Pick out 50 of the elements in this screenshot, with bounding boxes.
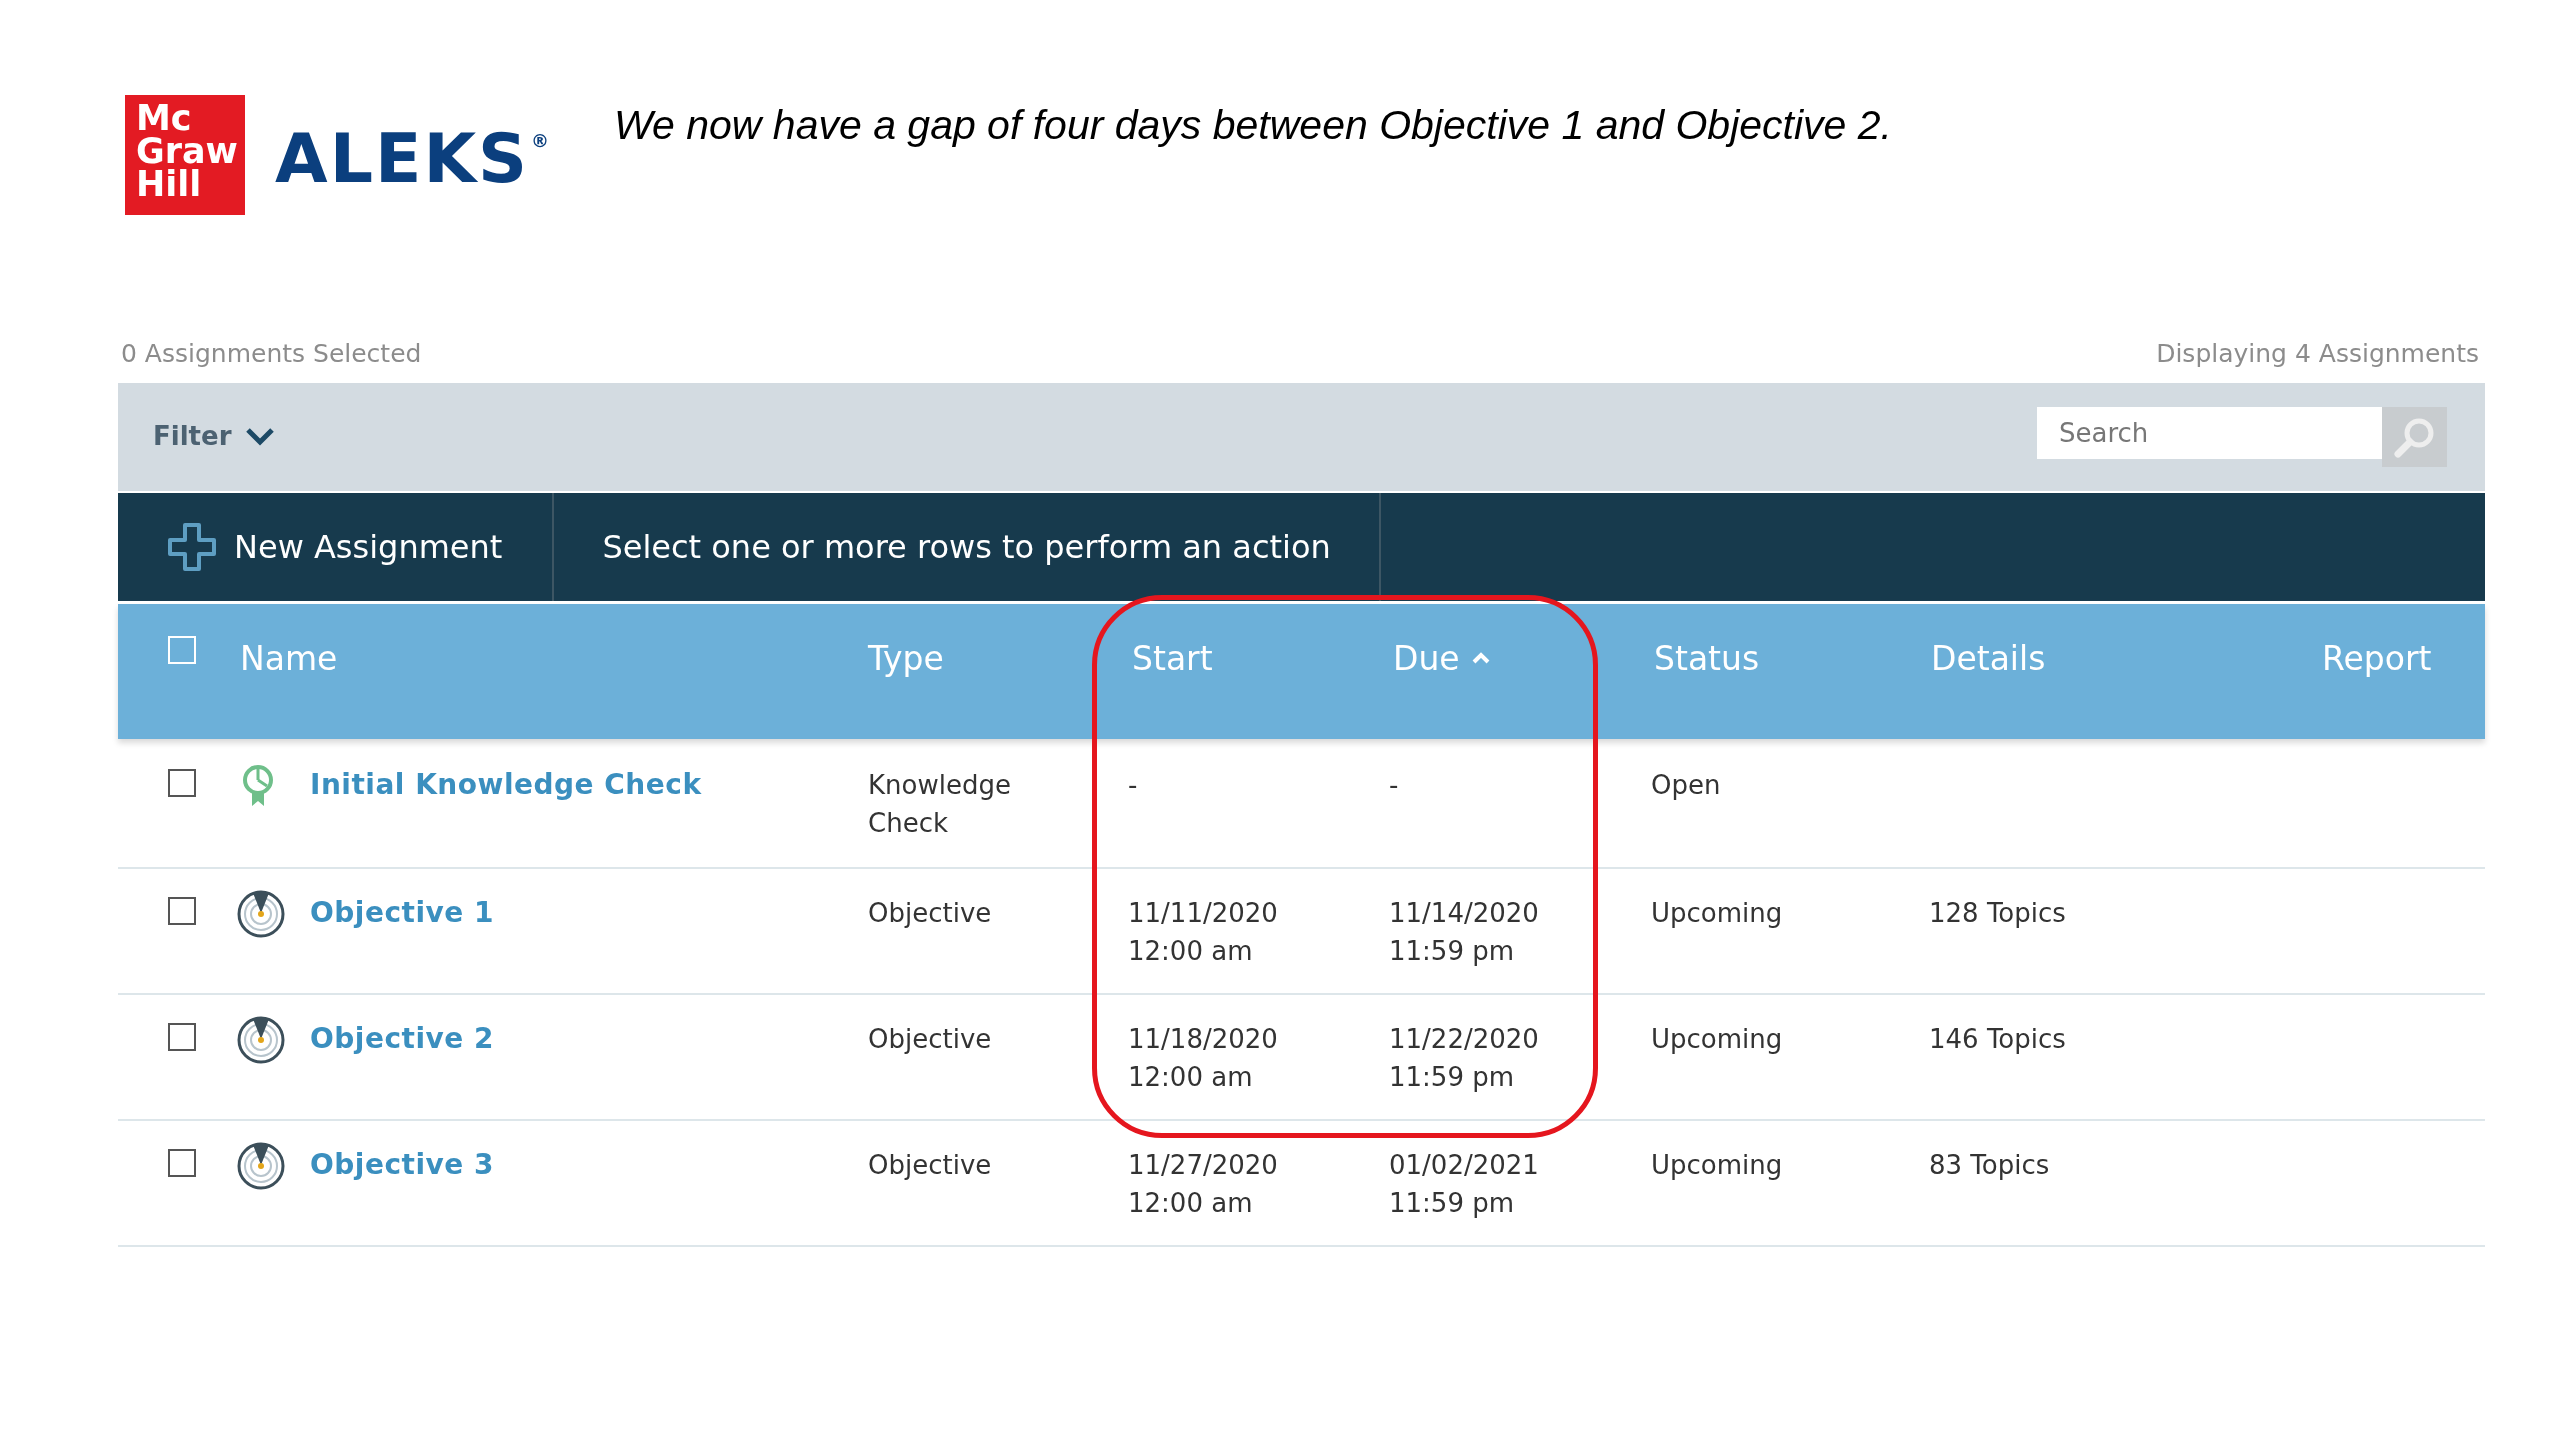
due-date-cell-text: 01/02/2021 11:59 pm [1389,1148,1539,1220]
type-cell-text: Knowledge Check [868,768,1011,840]
product-logo: ALEKS® [275,123,552,195]
status-cell-text: Upcoming [1651,896,1783,930]
caret-icon [1471,652,1490,665]
start-date-cell-text: 11/18/2020 12:00 am [1128,1022,1278,1094]
display-count: Displaying 4 Assignments [2156,338,2479,370]
status-cell-text: Open [1651,768,1721,802]
selection-count: 0 Assignments Selected [121,338,422,370]
checkbox[interactable] [168,1022,196,1051]
start-date-cell-text: - [1128,768,1138,802]
caption-text: We now have a gap of four days between Objective 1 and Objective 2. [614,101,1892,150]
start-date-cell-text: 11/27/2020 12:00 am [1128,1148,1278,1220]
due-date-cell-text: - [1389,768,1399,802]
assignment-link[interactable]: Objective 1 [310,893,494,932]
action-hint: Select one or more rows to perform an action [602,526,1331,568]
details-cell-text: 83 Topics [1929,1148,2050,1182]
details-cell-text: 128 Topics [1929,896,2066,930]
column-header[interactable]: Name [240,633,338,683]
plus-icon [166,520,218,573]
column-header[interactable]: Start [1132,633,1213,683]
award-icon [242,763,274,808]
chevron-icon [245,426,276,447]
due-date-cell-text: 11/14/2020 11:59 pm [1389,896,1539,968]
new-assignment-button[interactable]: New Assignment [118,492,555,601]
target-icon [236,1140,286,1191]
filter-button[interactable]: Filter [153,417,276,456]
column-header[interactable]: Type [868,633,944,683]
column-header[interactable]: Details [1931,633,2046,683]
target-icon [236,1014,286,1065]
type-cell-text: Objective [868,896,992,930]
status-cell-text: Upcoming [1651,1148,1783,1182]
assignment-link[interactable]: Initial Knowledge Check [310,765,702,804]
target-icon [236,888,286,939]
type-cell-text: Objective [868,1148,992,1182]
status-cell-text: Upcoming [1651,1022,1783,1056]
column-header[interactable]: Due [1393,633,1490,683]
checkbox[interactable] [168,1148,196,1177]
start-date-cell-text: 11/11/2020 12:00 am [1128,896,1278,968]
publisher-logo: Mc Graw Hill [125,95,245,215]
due-date-cell-text: 11/22/2020 11:59 pm [1389,1022,1539,1094]
checkbox[interactable] [168,768,196,797]
checkbox[interactable] [168,896,196,925]
assignment-link[interactable]: Objective 2 [310,1019,494,1058]
column-header[interactable]: Report [2322,633,2432,683]
type-cell-text: Objective [868,1022,992,1056]
details-cell-text: 146 Topics [1929,1022,2066,1056]
assignment-link[interactable]: Objective 3 [310,1145,494,1184]
search-field[interactable]: Search [2037,406,2382,459]
column-header[interactable]: Status [1654,633,1760,683]
